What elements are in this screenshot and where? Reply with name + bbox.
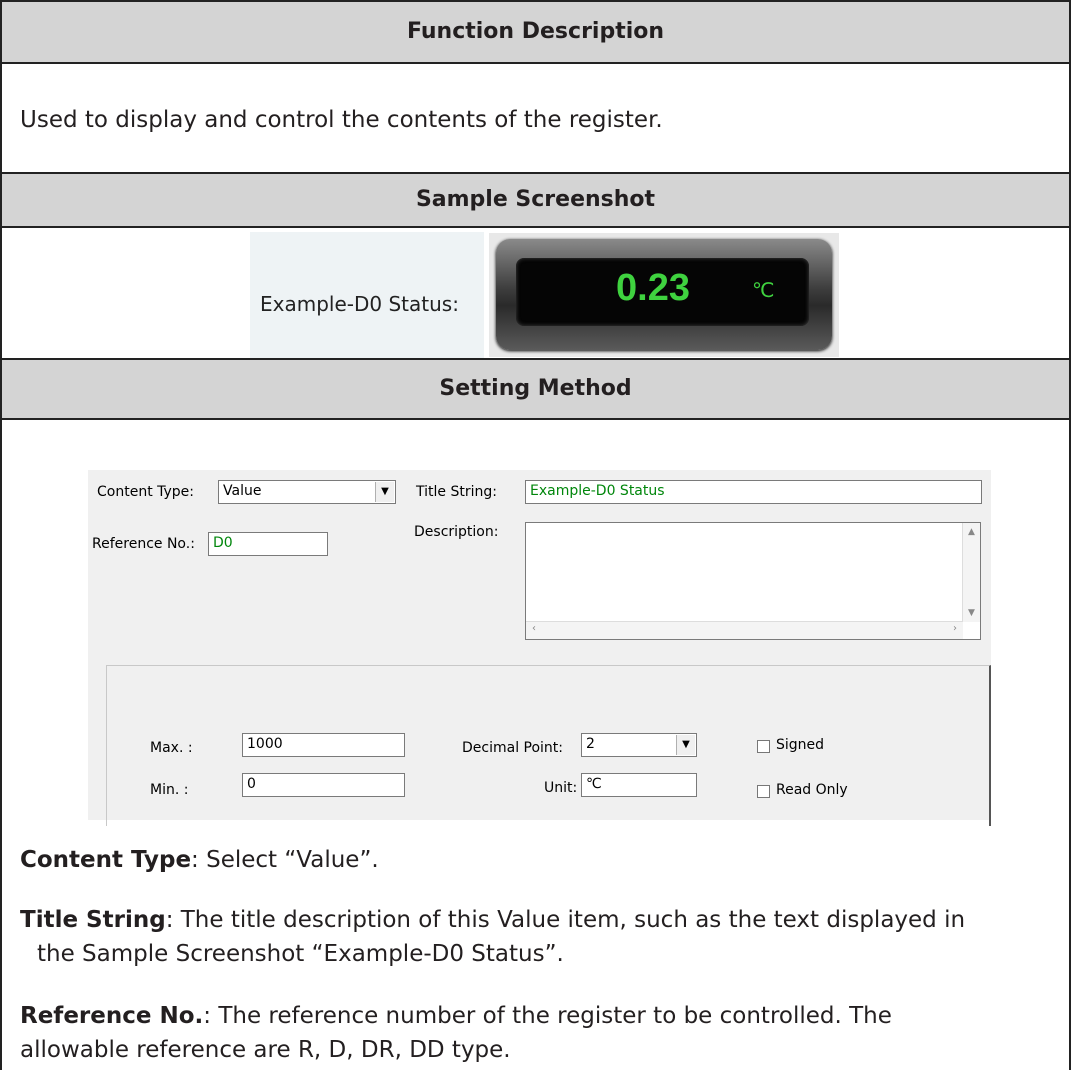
title-string-label: Title String: — [416, 484, 497, 500]
display-bezel: 0.23 ℃ — [496, 239, 832, 350]
table-rule — [0, 418, 1071, 420]
document-page: Function Description Used to display and… — [0, 0, 1071, 1070]
unit-input[interactable]: ℃ — [581, 773, 697, 797]
content-type-value: Value — [223, 483, 262, 499]
read-only-checkbox[interactable] — [757, 785, 770, 798]
read-only-label: Read Only — [776, 782, 848, 798]
table-rule — [0, 226, 1071, 228]
reference-no-label: Reference No.: — [92, 536, 195, 552]
description-text: : Select “Value”. — [191, 847, 379, 873]
signed-label: Signed — [776, 737, 825, 753]
description-text: : The reference number of the register t… — [203, 1003, 892, 1029]
decimal-point-select[interactable]: 2 ▼ — [581, 733, 697, 757]
display-screen: 0.23 ℃ — [516, 258, 809, 326]
reference-no-description: Reference No.: The reference number of t… — [20, 1000, 892, 1033]
scroll-down-icon[interactable]: ▼ — [963, 608, 980, 618]
scroll-right-icon[interactable]: › — [953, 623, 957, 634]
vertical-scrollbar[interactable]: ▲ ▼ — [962, 523, 980, 622]
display-value: 0.23 — [616, 267, 690, 309]
sample-status-label: Example-D0 Status: — [260, 292, 459, 316]
term-content-type: Content Type — [20, 847, 192, 873]
value-settings-group: Max. : 1000 Min. : 0 Decimal Point: 2 ▼ … — [106, 665, 991, 826]
min-label: Min. : — [150, 782, 189, 798]
term-title-string: Title String — [20, 907, 166, 933]
decimal-point-label: Decimal Point: — [462, 740, 564, 756]
title-string-input[interactable]: Example-D0 Status — [525, 480, 982, 504]
display-unit: ℃ — [752, 278, 775, 302]
horizontal-scrollbar[interactable]: ‹ › — [526, 621, 963, 639]
reference-no-input[interactable]: D0 — [208, 532, 328, 556]
settings-form: Content Type: Value ▼ Title String: Exam… — [88, 470, 991, 826]
scroll-left-icon[interactable]: ‹ — [532, 623, 536, 634]
content-type-label: Content Type: — [97, 484, 195, 500]
min-input[interactable]: 0 — [242, 773, 405, 797]
function-description-text: Used to display and control the contents… — [20, 107, 663, 133]
title-string-description-continued: the Sample Screenshot “Example-D0 Status… — [37, 941, 564, 967]
sample-display-panel: 0.23 ℃ — [489, 233, 839, 357]
table-border-left — [0, 0, 2, 1070]
content-type-description: Content Type: Select “Value”. — [20, 844, 379, 877]
section-header-sample-screenshot: Sample Screenshot — [2, 174, 1069, 226]
decimal-point-value: 2 — [586, 736, 595, 752]
term-reference-no: Reference No. — [20, 1003, 204, 1029]
chevron-down-icon[interactable]: ▼ — [676, 735, 695, 755]
description-text: : The title description of this Value it… — [165, 907, 966, 933]
max-input[interactable]: 1000 — [242, 733, 405, 757]
chevron-down-icon[interactable]: ▼ — [375, 482, 394, 502]
scroll-up-icon[interactable]: ▲ — [963, 527, 980, 537]
signed-checkbox[interactable] — [757, 740, 770, 753]
unit-label: Unit: — [544, 780, 578, 796]
reference-no-description-continued: allowable reference are R, D, DR, DD typ… — [20, 1037, 511, 1063]
section-header-function-description: Function Description — [2, 2, 1069, 62]
description-textarea[interactable]: ▲ ▼ ‹ › — [525, 522, 981, 640]
max-label: Max. : — [150, 740, 193, 756]
section-header-setting-method: Setting Method — [2, 360, 1069, 418]
table-rule — [0, 62, 1071, 64]
content-type-select[interactable]: Value ▼ — [218, 480, 396, 504]
title-string-description: Title String: The title description of t… — [20, 904, 965, 937]
description-label: Description: — [414, 524, 499, 540]
